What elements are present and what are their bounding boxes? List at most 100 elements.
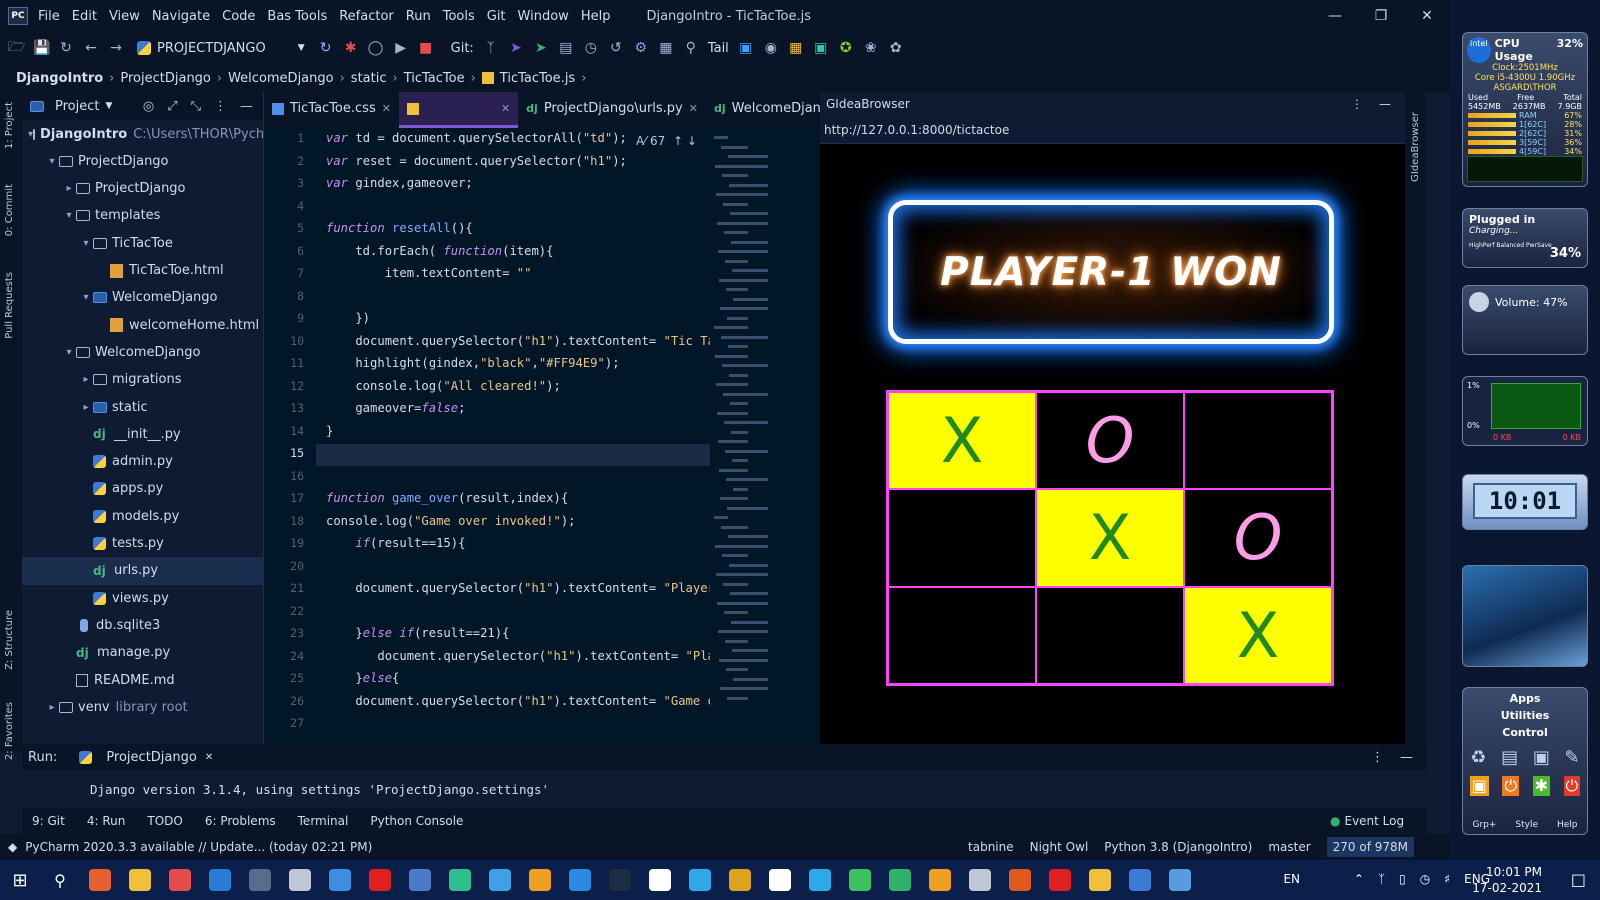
lock-icon[interactable]: ▣ bbox=[1469, 776, 1489, 796]
tree-item[interactable]: dj manage.py bbox=[22, 639, 263, 667]
browser-url-bar[interactable]: http://127.0.0.1:8000/tictactoe bbox=[820, 116, 1405, 144]
tree-item[interactable]: welcomeHome.html bbox=[22, 311, 263, 339]
menu-window[interactable]: Window bbox=[518, 9, 569, 24]
chevron-down-icon[interactable]: ▾ bbox=[62, 347, 76, 358]
tree-item[interactable]: README.md bbox=[22, 666, 263, 694]
tree-item[interactable]: db.sqlite3 bbox=[22, 611, 263, 639]
apps-label[interactable]: Utilities bbox=[1463, 707, 1587, 724]
tree-item[interactable]: ▾ TicTacToe bbox=[22, 229, 263, 257]
taskbar-app-icon[interactable] bbox=[1160, 860, 1200, 900]
tree-item[interactable]: admin.py bbox=[22, 448, 263, 476]
close-icon[interactable]: ✕ bbox=[1404, 0, 1450, 32]
tree-item[interactable]: ▾ DjangoIntro C:\Users\THOR\Pycharm bbox=[22, 120, 290, 148]
tree-item[interactable]: dj urls.py bbox=[22, 556, 263, 585]
folder-icon[interactable]: ▤ bbox=[1501, 747, 1518, 768]
bottom-tab[interactable]: 4: Run bbox=[87, 814, 126, 828]
git-push-icon[interactable]: ➤ bbox=[508, 40, 524, 56]
taskbar-app-icon[interactable] bbox=[560, 860, 600, 900]
close-icon[interactable]: ✕ bbox=[382, 102, 391, 115]
python-interpreter[interactable]: Python 3.8 (DjangoIntro) bbox=[1104, 840, 1252, 854]
taskbar-app-icon[interactable] bbox=[1080, 860, 1120, 900]
menu-view[interactable]: View bbox=[109, 9, 140, 24]
event-log[interactable]: ● Event Log bbox=[1330, 808, 1404, 834]
apps-footer-item[interactable]: Style bbox=[1515, 820, 1538, 830]
menu-refactor[interactable]: Refactor bbox=[339, 9, 394, 24]
taskbar-app-icon[interactable] bbox=[760, 860, 800, 900]
taskbar-app-icon[interactable] bbox=[440, 860, 480, 900]
code-editor[interactable]: 1 2 3 4 5 6 7 8 9 10 11 12 13 14 15 16 17 18 19 20 21 22 23 24 2… bbox=[264, 128, 820, 744]
input-indicator[interactable]: EN bbox=[1283, 872, 1300, 886]
status-message[interactable]: PyCharm 2020.3.3 available // Update... … bbox=[25, 840, 372, 854]
breadcrumb-item[interactable]: TicTacToe.js bbox=[500, 71, 575, 86]
apps-footer-item[interactable]: Grp+ bbox=[1472, 820, 1496, 830]
rerun-icon[interactable]: ↻ bbox=[318, 40, 334, 56]
bottom-tab[interactable]: 6: Problems bbox=[205, 814, 276, 828]
taskbar-app-icon[interactable] bbox=[160, 860, 200, 900]
tree-item[interactable]: ▸ migrations bbox=[22, 366, 263, 394]
close-icon[interactable]: ✕ bbox=[501, 102, 510, 115]
arrow-up-icon[interactable]: ↑ bbox=[673, 134, 683, 148]
tabnine-status[interactable]: tabnine bbox=[968, 840, 1014, 854]
taskbar-app-icon[interactable] bbox=[640, 860, 680, 900]
search-icon[interactable]: ⚲ bbox=[40, 860, 80, 900]
hide-icon[interactable]: — bbox=[240, 99, 253, 114]
stripe-gideabrowser[interactable]: GIdeaBrowser bbox=[1410, 112, 1421, 182]
shutdown-icon[interactable]: ⏻ bbox=[1563, 776, 1581, 796]
run-tab[interactable]: ProjectDjango bbox=[106, 750, 197, 765]
tree-item[interactable]: ▾ templates bbox=[22, 202, 263, 230]
tree-item[interactable]: views.py bbox=[22, 584, 263, 612]
breadcrumb-item[interactable]: TicTacToe bbox=[404, 71, 465, 86]
chevron-down-icon[interactable]: ▼ bbox=[105, 101, 112, 111]
taskbar-app-icon[interactable] bbox=[280, 860, 320, 900]
tree-item[interactable]: dj __init__.py bbox=[22, 420, 263, 448]
bottom-tab[interactable]: Terminal bbox=[298, 814, 349, 828]
notification-icon[interactable]: □ bbox=[1571, 870, 1586, 889]
theme-name[interactable]: Night Owl bbox=[1030, 840, 1089, 854]
editor-tab[interactable]: dj ProjectDjango\urls.py ✕ bbox=[518, 92, 706, 128]
close-icon[interactable]: ✕ bbox=[205, 752, 213, 763]
apps-label[interactable]: Control bbox=[1463, 724, 1587, 741]
git-rollback-icon[interactable]: ↺ bbox=[608, 40, 624, 56]
board-cell[interactable]: X bbox=[1184, 586, 1332, 684]
stripe-pull-requests[interactable]: Pull Requests bbox=[4, 272, 15, 339]
taskbar-clock[interactable]: 10:01 PM 17-02-2021 bbox=[1472, 864, 1542, 896]
git-branch[interactable]: master bbox=[1268, 840, 1310, 854]
plugin-icon[interactable]: ❀ bbox=[863, 40, 879, 56]
board-cell[interactable] bbox=[1184, 392, 1332, 490]
plugin-icon[interactable]: ◉ bbox=[763, 40, 779, 56]
structure-icon[interactable]: ▦ bbox=[658, 40, 674, 56]
taskbar-app-icon[interactable] bbox=[720, 860, 760, 900]
chevron-right-icon[interactable]: ▸ bbox=[79, 402, 93, 413]
apps-label[interactable]: Apps bbox=[1463, 690, 1587, 707]
menu-run[interactable]: Run bbox=[406, 9, 431, 24]
plugin-icon[interactable]: ▦ bbox=[788, 40, 804, 56]
apps-footer-item[interactable]: Help bbox=[1557, 820, 1578, 830]
taskbar-app-icon[interactable] bbox=[960, 860, 1000, 900]
restart-icon[interactable]: ✱ bbox=[1532, 776, 1551, 796]
plugin-icon[interactable]: ✿ bbox=[888, 40, 904, 56]
taskbar-app-icon[interactable] bbox=[200, 860, 240, 900]
chevron-right-icon[interactable]: ▸ bbox=[79, 374, 93, 385]
board-cell[interactable]: X bbox=[888, 392, 1036, 490]
taskbar-app-icon[interactable] bbox=[520, 860, 560, 900]
taskbar-app-icon[interactable] bbox=[480, 860, 520, 900]
back-icon[interactable]: ← bbox=[83, 40, 99, 56]
close-icon[interactable]: ✕ bbox=[689, 102, 698, 115]
menu-edit[interactable]: Edit bbox=[72, 9, 97, 24]
plugin-icon[interactable]: ▣ bbox=[738, 40, 754, 56]
bottom-tab[interactable]: Python Console bbox=[370, 814, 463, 828]
tree-item[interactable]: ▾ ProjectDjango bbox=[22, 147, 263, 175]
tree-item[interactable]: models.py bbox=[22, 502, 263, 530]
breadcrumb-item[interactable]: ProjectDjango bbox=[120, 71, 211, 86]
taskbar-app-icon[interactable] bbox=[240, 860, 280, 900]
chevron-right-icon[interactable]: ▸ bbox=[62, 183, 76, 194]
menu-code[interactable]: Code bbox=[222, 9, 255, 24]
taskbar-app-icon[interactable] bbox=[1120, 860, 1160, 900]
forward-icon[interactable]: → bbox=[108, 40, 124, 56]
taskbar-app-icon[interactable] bbox=[120, 860, 160, 900]
stop-icon[interactable]: ■ bbox=[418, 40, 434, 56]
target-icon[interactable]: ◎ bbox=[143, 99, 154, 114]
pencil-icon[interactable]: ✎ bbox=[1565, 747, 1580, 768]
more-icon[interactable]: ⋮ bbox=[214, 99, 227, 114]
chevron-down-icon[interactable]: ▾ bbox=[79, 292, 93, 303]
